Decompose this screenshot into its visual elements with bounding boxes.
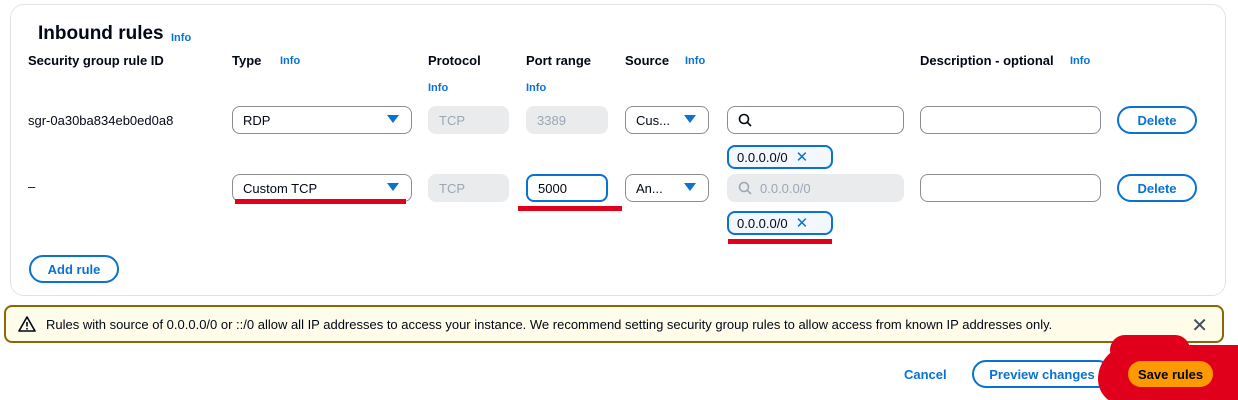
rule-id: sgr-0a30ba834eb0ed0a8: [28, 113, 174, 128]
type-info-link[interactable]: Info: [280, 55, 300, 67]
source-search-input[interactable]: [727, 106, 904, 134]
type-select[interactable]: Custom TCP: [232, 174, 412, 202]
col-description: Description - optional: [920, 53, 1054, 68]
warning-alert: Rules with source of 0.0.0.0/0 or ::/0 a…: [4, 305, 1224, 343]
title-info-link[interactable]: Info: [171, 32, 191, 44]
warning-text: Rules with source of 0.0.0.0/0 or ::/0 a…: [46, 316, 1053, 332]
source-type-value: An...: [636, 180, 663, 196]
save-rules-button[interactable]: Save rules: [1128, 361, 1214, 387]
source-type-select[interactable]: Cus...: [625, 106, 709, 134]
remove-token-icon[interactable]: ✕: [796, 148, 809, 166]
cancel-button[interactable]: Cancel: [904, 367, 947, 382]
col-rule-id: Security group rule ID: [28, 53, 164, 68]
caret-down-icon: [387, 115, 399, 123]
protocol-value: TCP: [439, 112, 465, 128]
port-range-value: 5000: [538, 180, 567, 196]
search-icon: [738, 113, 752, 127]
delete-button[interactable]: Delete: [1117, 106, 1197, 134]
source-type-value: Cus...: [636, 112, 670, 128]
warning-icon: [18, 316, 36, 332]
source-type-select[interactable]: An...: [625, 174, 709, 202]
protocol-info-link[interactable]: Info: [428, 82, 448, 94]
section-title: Inbound rules: [38, 23, 164, 44]
search-icon: [738, 181, 752, 195]
col-protocol: Protocol: [428, 53, 481, 68]
port-range-input[interactable]: 5000: [526, 174, 608, 202]
source-search-placeholder: 0.0.0.0/0: [760, 180, 811, 196]
cidr-token: 0.0.0.0/0 ✕: [727, 211, 833, 235]
annotation-underline-port: [518, 206, 622, 211]
source-info-link[interactable]: Info: [685, 55, 705, 67]
type-value: Custom TCP: [243, 180, 318, 196]
source-search-input: 0.0.0.0/0: [727, 174, 904, 202]
delete-button[interactable]: Delete: [1117, 174, 1197, 202]
cidr-value: 0.0.0.0/0: [737, 149, 788, 165]
inbound-rules-panel: Inbound rules Info Security group rule I…: [10, 4, 1226, 296]
protocol-field: TCP: [428, 174, 509, 202]
add-rule-button[interactable]: Add rule: [29, 255, 119, 283]
description-input[interactable]: [920, 106, 1101, 134]
col-type: Type: [232, 53, 262, 68]
rule-id: –: [28, 179, 36, 194]
description-info-link[interactable]: Info: [1070, 55, 1090, 67]
port-range-value: 3389: [537, 112, 566, 128]
annotation-underline-cidr: [728, 239, 832, 244]
remove-token-icon[interactable]: ✕: [796, 214, 809, 232]
description-input[interactable]: [920, 174, 1101, 202]
caret-down-icon: [387, 183, 399, 191]
type-value: RDP: [243, 112, 271, 128]
preview-changes-button[interactable]: Preview changes: [972, 360, 1112, 388]
close-icon[interactable]: ✕: [1191, 313, 1208, 338]
cidr-token: 0.0.0.0/0 ✕: [727, 145, 833, 169]
col-port-range: Port range: [526, 53, 592, 68]
annotation-underline-type: [235, 199, 406, 204]
protocol-field: TCP: [428, 106, 509, 134]
port-range-input: 3389: [526, 106, 608, 134]
caret-down-icon: [684, 183, 696, 191]
col-source: Source: [625, 53, 670, 68]
protocol-value: TCP: [439, 180, 465, 196]
type-select[interactable]: RDP: [232, 106, 412, 134]
port-range-info-link[interactable]: Info: [526, 82, 546, 94]
caret-down-icon: [684, 115, 696, 123]
cidr-value: 0.0.0.0/0: [737, 215, 788, 231]
